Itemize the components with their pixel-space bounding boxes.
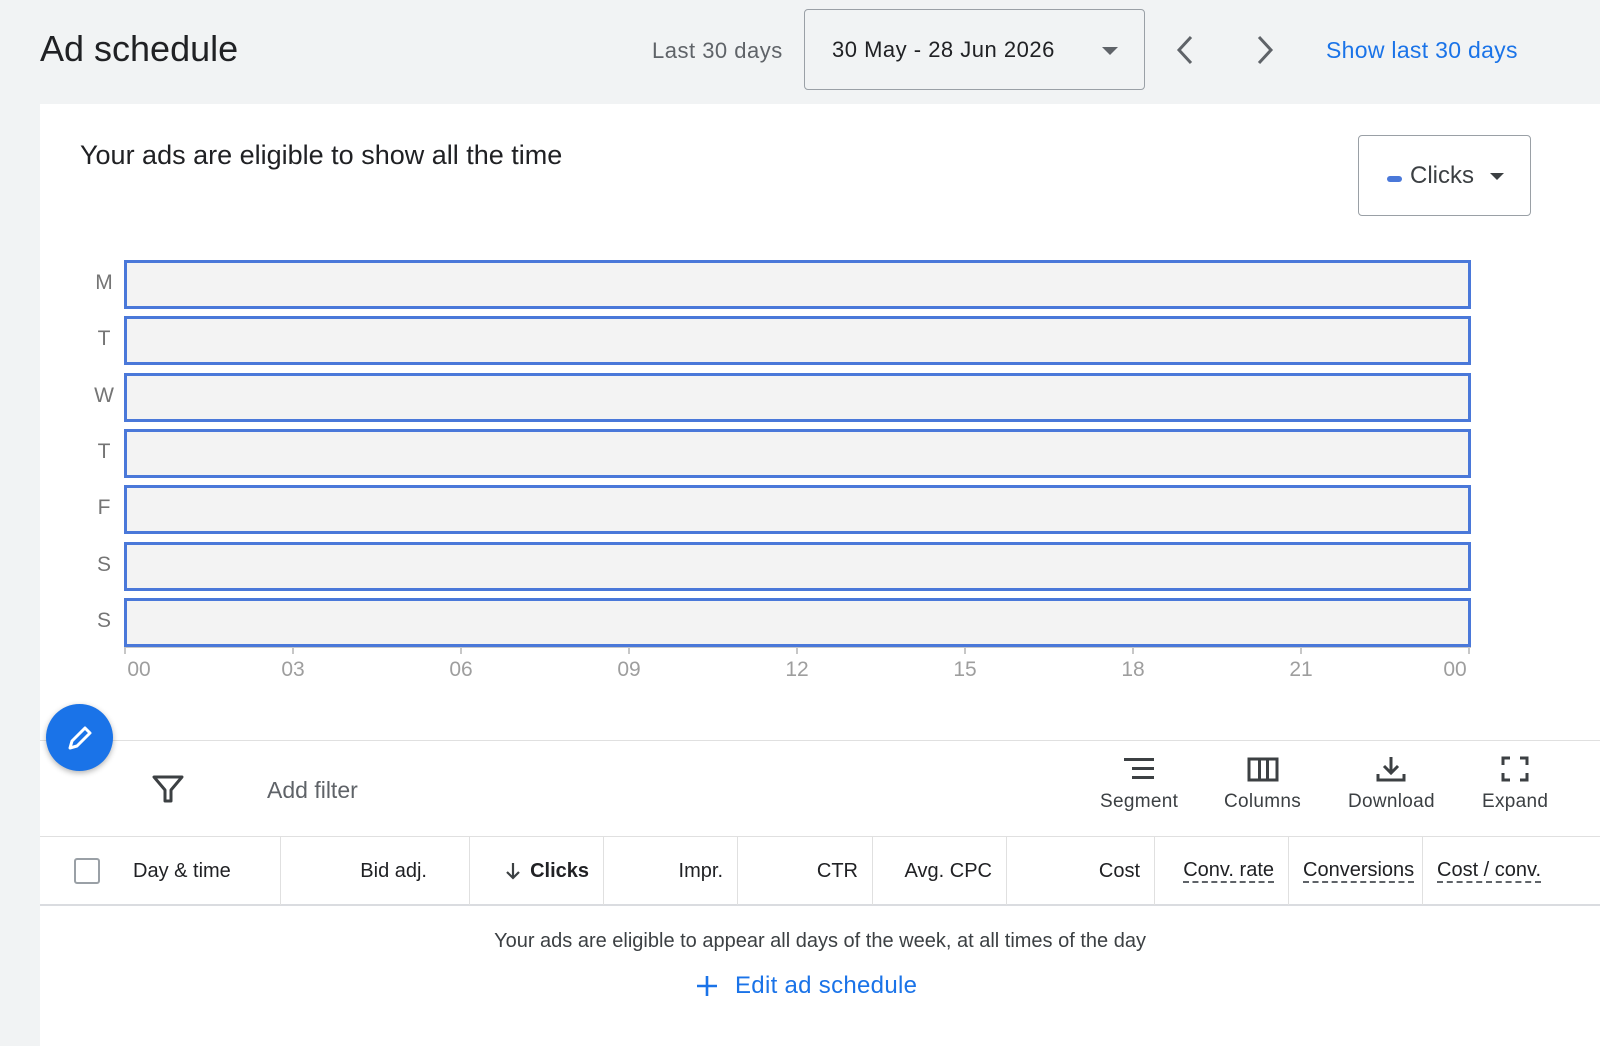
column-impr[interactable]: Impr.: [604, 837, 738, 905]
previous-period-button[interactable]: [1163, 28, 1207, 72]
column-ctr[interactable]: CTR: [738, 837, 873, 905]
column-cost-per-conv[interactable]: Cost / conv.: [1423, 837, 1600, 905]
x-axis-tick-label: 00: [127, 658, 151, 681]
caret-down-icon: [1102, 47, 1118, 55]
date-range-value: 30 May - 28 Jun 2026: [832, 36, 1055, 62]
table-toolbar: Add filter Segment Columns Download Expa…: [40, 740, 1600, 836]
day-label: F: [97, 496, 111, 520]
heatmap-row: [124, 541, 1471, 591]
columns-icon: [1247, 757, 1279, 782]
x-axis-tick: [796, 648, 798, 654]
heatmap-row: [124, 597, 1471, 647]
date-range-label: Last 30 days: [652, 38, 783, 63]
filter-icon[interactable]: [150, 771, 186, 807]
pencil-icon: [68, 726, 91, 749]
x-axis-tick-label: 18: [1121, 658, 1145, 681]
expand-icon: [1501, 756, 1529, 782]
select-all-checkbox[interactable]: [74, 858, 100, 884]
column-conv-rate[interactable]: Conv. rate: [1155, 837, 1289, 905]
x-axis-tick: [124, 648, 126, 654]
x-axis-tick-label: 00: [1443, 658, 1467, 681]
x-axis-tick-label: 12: [785, 658, 809, 681]
column-avg-cpc[interactable]: Avg. CPC: [873, 837, 1007, 905]
metric-value: Clicks: [1410, 161, 1474, 189]
heatmap-row: [124, 316, 1471, 366]
x-axis-tick-label: 15: [953, 658, 977, 681]
download-icon: [1376, 757, 1406, 782]
x-axis-tick: [1468, 648, 1470, 654]
x-axis-tick: [1132, 648, 1134, 654]
x-axis-tick: [964, 648, 966, 654]
segment-icon: [1124, 758, 1155, 779]
plus-icon: [697, 976, 717, 996]
x-axis-tick: [460, 648, 462, 654]
x-axis-tick: [292, 648, 294, 654]
download-button[interactable]: Download: [1348, 755, 1435, 813]
day-label: W: [94, 383, 114, 407]
day-label: T: [97, 327, 111, 351]
expand-label: Expand: [1482, 791, 1549, 812]
chevron-right-icon: [1257, 35, 1274, 65]
table-header: Day & time Bid adj. Clicks Impr. CTR Avg…: [40, 836, 1600, 906]
day-label: S: [96, 608, 111, 632]
x-axis-tick-label: 03: [281, 658, 305, 681]
x-axis-tick-label: 09: [617, 658, 641, 681]
edit-fab-button[interactable]: [46, 704, 113, 771]
columns-button[interactable]: Columns: [1224, 755, 1301, 813]
x-axis-tick-label: 06: [449, 658, 473, 681]
columns-label: Columns: [1224, 791, 1302, 812]
schedule-heatmap: M T W T F S S 00 03 06 09 12 15 18 21 00: [40, 254, 1600, 694]
heatmap-row: [124, 372, 1471, 422]
day-label: S: [96, 552, 111, 576]
column-bid-adj[interactable]: Bid adj.: [281, 837, 470, 905]
column-cost[interactable]: Cost: [1007, 837, 1155, 905]
empty-state-message: Your ads are eligible to appear all days…: [494, 930, 1146, 952]
x-axis-tick: [1300, 648, 1302, 654]
chevron-left-icon: [1176, 35, 1193, 65]
edit-ad-schedule-link[interactable]: Edit ad schedule: [695, 972, 917, 1000]
column-clicks[interactable]: Clicks: [470, 837, 604, 905]
add-filter-button[interactable]: Add filter: [267, 777, 358, 804]
ad-schedule-card: Your ads are eligible to show all the ti…: [40, 104, 1600, 1046]
next-period-button[interactable]: [1243, 28, 1287, 72]
sort-descending-icon: [506, 863, 520, 880]
x-axis-tick-label: 21: [1289, 658, 1313, 681]
edit-ad-schedule-label: Edit ad schedule: [735, 972, 918, 999]
metric-dropdown[interactable]: Clicks: [1358, 135, 1531, 216]
metric-color-swatch: [1387, 175, 1402, 182]
heatmap-row: [124, 428, 1471, 478]
caret-down-icon: [1490, 173, 1504, 180]
expand-button[interactable]: Expand: [1482, 755, 1548, 813]
show-last-30-days-link[interactable]: Show last 30 days: [1326, 37, 1518, 64]
heatmap-row: [124, 260, 1471, 309]
date-range-dropdown[interactable]: 30 May - 28 Jun 2026: [804, 9, 1145, 90]
download-label: Download: [1348, 791, 1435, 812]
segment-label: Segment: [1100, 791, 1179, 812]
day-label: T: [97, 439, 111, 463]
page-title: Ad schedule: [40, 28, 239, 69]
page-header: Ad schedule Last 30 days 30 May - 28 Jun…: [0, 0, 1600, 104]
segment-button[interactable]: Segment: [1100, 755, 1178, 813]
column-conversions[interactable]: Conversions: [1289, 837, 1423, 905]
day-label: M: [95, 271, 113, 294]
x-axis-tick: [628, 648, 630, 654]
chart-card-title: Your ads are eligible to show all the ti…: [80, 140, 563, 170]
column-day-time[interactable]: Day & time: [133, 837, 281, 905]
heatmap-row: [124, 485, 1471, 535]
